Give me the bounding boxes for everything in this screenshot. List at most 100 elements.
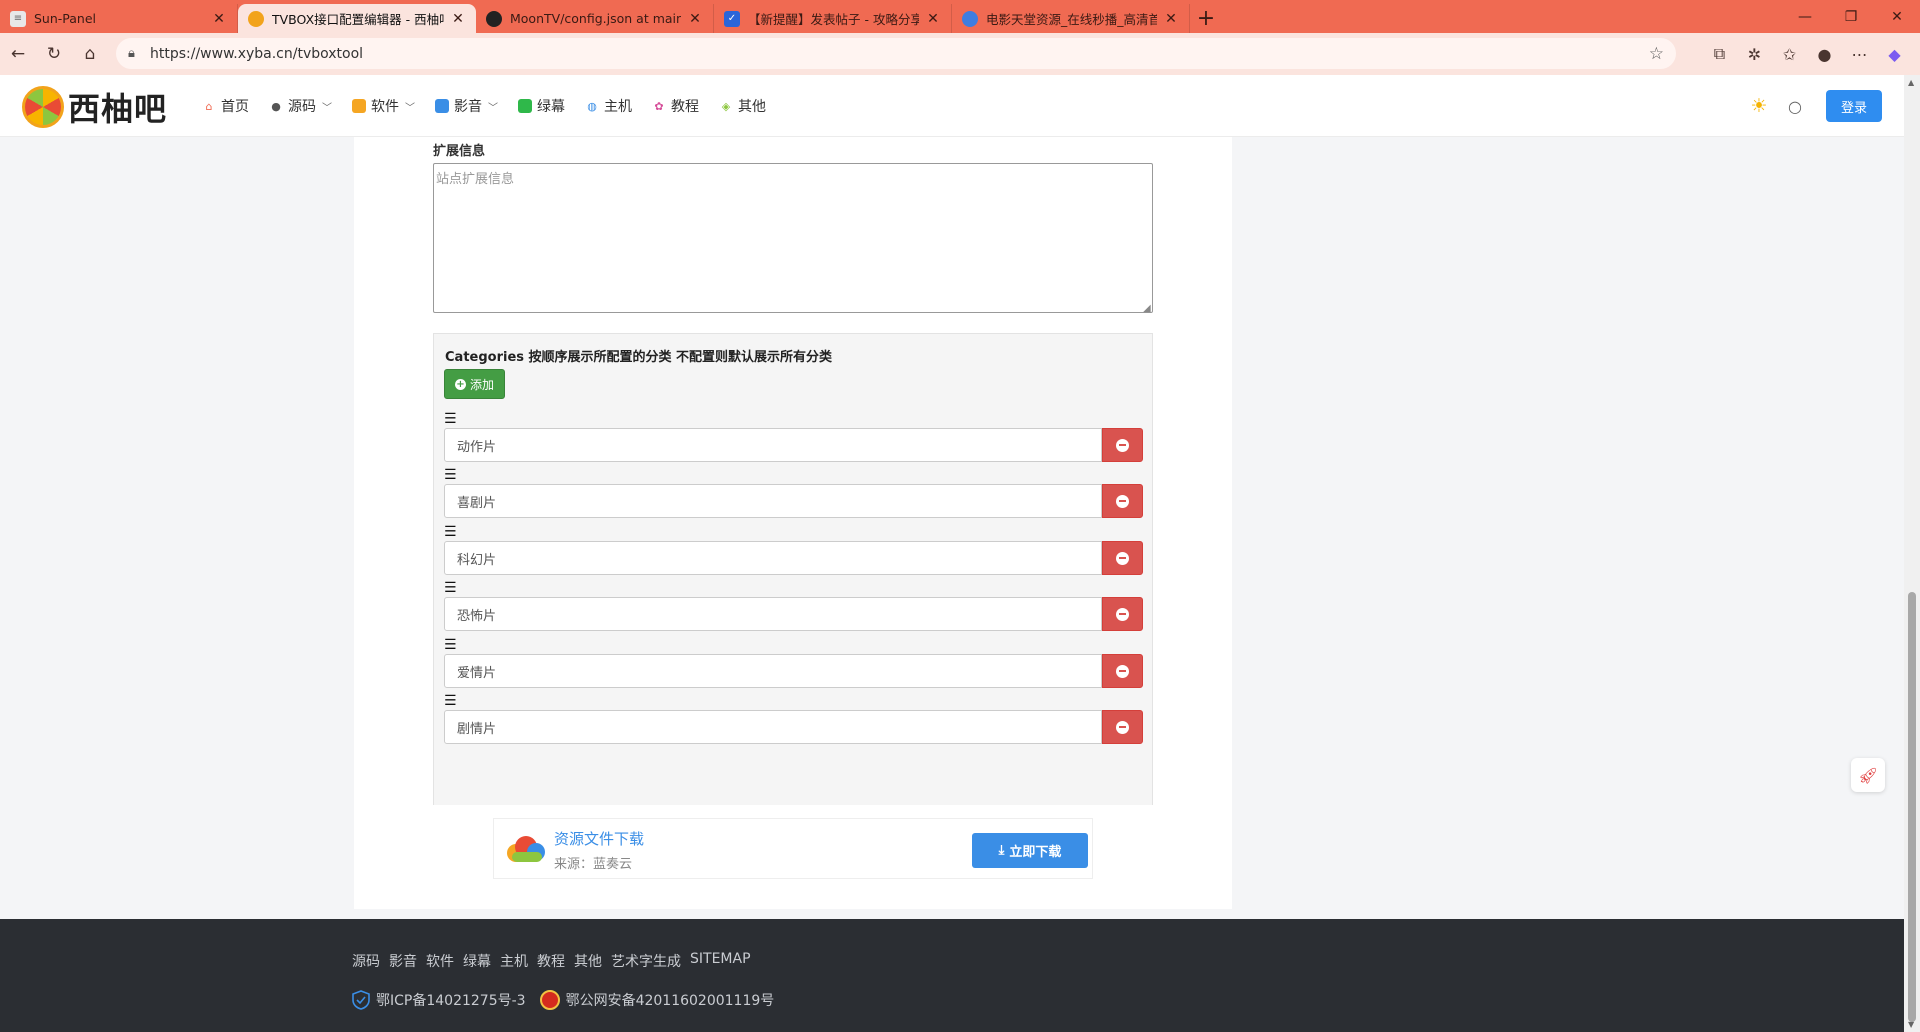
back-icon[interactable]: ← xyxy=(0,38,36,70)
page-scrollbar[interactable]: ▲ ▼ xyxy=(1904,75,1920,1032)
minimize-icon[interactable]: — xyxy=(1782,0,1828,33)
new-tab-icon[interactable]: + xyxy=(1190,4,1222,33)
category-input[interactable]: 爱情片 xyxy=(444,654,1102,688)
ext-info-textarea[interactable] xyxy=(433,163,1153,313)
nav-item-source[interactable]: ● 源码 ﹀ xyxy=(269,96,332,116)
drag-list-icon[interactable]: ☰ xyxy=(444,638,457,652)
tab-title: Sun-Panel xyxy=(34,11,97,26)
download-now-button[interactable]: ⤓ 立即下载 xyxy=(972,833,1088,868)
nav-label: 影音 xyxy=(454,99,482,115)
nav-item-other[interactable]: ◈ 其他 xyxy=(719,96,766,116)
category-input[interactable]: 恐怖片 xyxy=(444,597,1102,631)
footer-link[interactable]: 源码 xyxy=(352,951,380,971)
remove-category-button[interactable] xyxy=(1102,654,1143,688)
profile-avatar-icon[interactable]: ● xyxy=(1807,38,1842,70)
categories-title: Categories 按顺序展示所配置的分类 不配置则默认展示所有分类 xyxy=(445,350,833,365)
drag-list-icon[interactable]: ☰ xyxy=(444,468,457,482)
search-icon[interactable]: ○ xyxy=(1784,95,1806,117)
refresh-icon[interactable]: ↻ xyxy=(36,38,72,70)
minus-circle-icon xyxy=(1116,664,1129,678)
remove-category-button[interactable] xyxy=(1102,541,1143,575)
nav-label: 源码 xyxy=(288,99,316,115)
remove-category-button[interactable] xyxy=(1102,428,1143,462)
home-button-icon[interactable]: ⌂ xyxy=(72,38,108,70)
theme-toggle-sun-icon[interactable]: ☀ xyxy=(1748,95,1770,117)
tab-title: MoonTV/config.json at main · sar xyxy=(510,11,681,26)
footer-link[interactable]: 主机 xyxy=(500,951,528,971)
lanzou-cloud-icon xyxy=(507,836,545,862)
footer-link[interactable]: 教程 xyxy=(537,951,565,971)
download-title[interactable]: 资源文件下载 xyxy=(554,828,644,849)
drag-list-icon[interactable]: ☰ xyxy=(444,694,457,708)
drag-list-icon[interactable]: ☰ xyxy=(444,581,457,595)
browser-tab[interactable]: ✓ 【新提醒】发表帖子 - 攻略分享 · ✕ xyxy=(714,4,952,33)
greenscreen-icon xyxy=(518,99,532,113)
close-tab-icon[interactable]: ✕ xyxy=(1163,11,1179,27)
close-tab-icon[interactable]: ✕ xyxy=(687,11,703,27)
category-input[interactable]: 动作片 xyxy=(444,428,1102,462)
close-tab-icon[interactable]: ✕ xyxy=(925,11,941,27)
drag-list-icon[interactable]: ☰ xyxy=(444,412,457,426)
github-favicon-icon xyxy=(486,10,502,27)
favorites-icon[interactable]: ✩ xyxy=(1772,38,1807,70)
browser-tab[interactable]: ≡ Sun-Panel ✕ xyxy=(0,4,238,33)
close-tab-icon[interactable]: ✕ xyxy=(211,11,227,27)
footer-link[interactable]: 影音 xyxy=(389,951,417,971)
categories-panel: Categories 按顺序展示所配置的分类 不配置则默认展示所有分类 + 添加… xyxy=(433,333,1153,805)
nav-item-host[interactable]: ◍ 主机 xyxy=(585,96,632,116)
xyba-favicon-icon xyxy=(248,10,264,27)
footer-link[interactable]: SITEMAP xyxy=(690,951,751,971)
footer-link[interactable]: 艺术字生成 xyxy=(611,951,681,971)
login-button[interactable]: 登录 xyxy=(1826,90,1882,122)
scroll-up-arrow-icon[interactable]: ▲ xyxy=(1908,78,1914,87)
address-bar[interactable]: 🔒︎ https://www.xyba.cn/tvboxtool ☆ xyxy=(116,38,1676,69)
close-window-icon[interactable]: ✕ xyxy=(1874,0,1920,33)
category-input[interactable]: 剧情片 xyxy=(444,710,1102,744)
extensions-icon[interactable]: ✲ xyxy=(1737,38,1772,70)
shield-icon xyxy=(352,990,370,1010)
drag-list-icon[interactable]: ☰ xyxy=(444,525,457,539)
minus-circle-icon xyxy=(1116,720,1129,734)
category-row: ☰ 喜剧片 xyxy=(444,468,1144,527)
nav-label: 首页 xyxy=(221,99,249,115)
scroll-down-arrow-icon[interactable]: ▼ xyxy=(1908,1020,1914,1029)
nav-item-media[interactable]: 影音 ﹀ xyxy=(435,96,498,116)
back-to-top-rocket-icon[interactable]: 🚀︎ xyxy=(1851,758,1885,792)
footer-link[interactable]: 绿幕 xyxy=(463,951,491,971)
category-input[interactable]: 科幻片 xyxy=(444,541,1102,575)
main-content: 扩展信息 ◢ Categories 按顺序展示所配置的分类 不配置则默认展示所有… xyxy=(354,137,1232,909)
scrollbar-thumb[interactable] xyxy=(1908,592,1916,1022)
favorite-star-icon[interactable]: ☆ xyxy=(1649,44,1664,64)
restore-icon[interactable]: ❐ xyxy=(1828,0,1874,33)
icp-link[interactable]: 鄂ICP备14021275号-3 xyxy=(376,990,526,1010)
nav-label: 其他 xyxy=(738,99,766,115)
site-logo[interactable]: 西柚吧 xyxy=(22,84,167,130)
browser-tab-active[interactable]: TVBOX接口配置编辑器 - 西柚吧 ✕ xyxy=(238,4,476,33)
browser-tab[interactable]: MoonTV/config.json at main · sar ✕ xyxy=(476,4,714,33)
resize-handle-icon[interactable]: ◢ xyxy=(1143,303,1151,314)
browser-tab-bar: ≡ Sun-Panel ✕ TVBOX接口配置编辑器 - 西柚吧 ✕ MoonT… xyxy=(0,0,1920,33)
tab-title: TVBOX接口配置编辑器 - 西柚吧 xyxy=(272,12,444,27)
split-screen-icon[interactable]: ⧉ xyxy=(1702,38,1737,70)
browser-tab[interactable]: 电影天堂资源_在线秒播_高清首发 ✕ xyxy=(952,4,1190,33)
close-tab-icon[interactable]: ✕ xyxy=(450,11,466,27)
add-category-button[interactable]: + 添加 xyxy=(444,369,505,399)
category-input[interactable]: 喜剧片 xyxy=(444,484,1102,518)
remove-category-button[interactable] xyxy=(1102,710,1143,744)
nav-label: 教程 xyxy=(671,99,699,115)
copilot-icon[interactable]: ◆ xyxy=(1877,38,1912,70)
footer-link[interactable]: 其他 xyxy=(574,951,602,971)
lock-icon[interactable]: 🔒︎ xyxy=(128,46,150,61)
nav-item-greenscreen[interactable]: 绿幕 xyxy=(518,96,565,116)
police-beian-link[interactable]: 鄂公网安备42011602001119号 xyxy=(566,990,775,1010)
footer-link[interactable]: 软件 xyxy=(426,951,454,971)
category-row: ☰ 剧情片 xyxy=(444,694,1144,753)
flower-icon: ✿ xyxy=(654,99,664,113)
remove-category-button[interactable] xyxy=(1102,484,1143,518)
nav-item-tutorial[interactable]: ✿ 教程 xyxy=(652,96,699,116)
nav-item-software[interactable]: 软件 ﹀ xyxy=(352,96,415,116)
nav-item-home[interactable]: ⌂ 首页 xyxy=(202,96,250,116)
download-button-label: 立即下载 xyxy=(1009,845,1062,860)
more-menu-icon[interactable]: ⋯ xyxy=(1842,38,1877,70)
remove-category-button[interactable] xyxy=(1102,597,1143,631)
